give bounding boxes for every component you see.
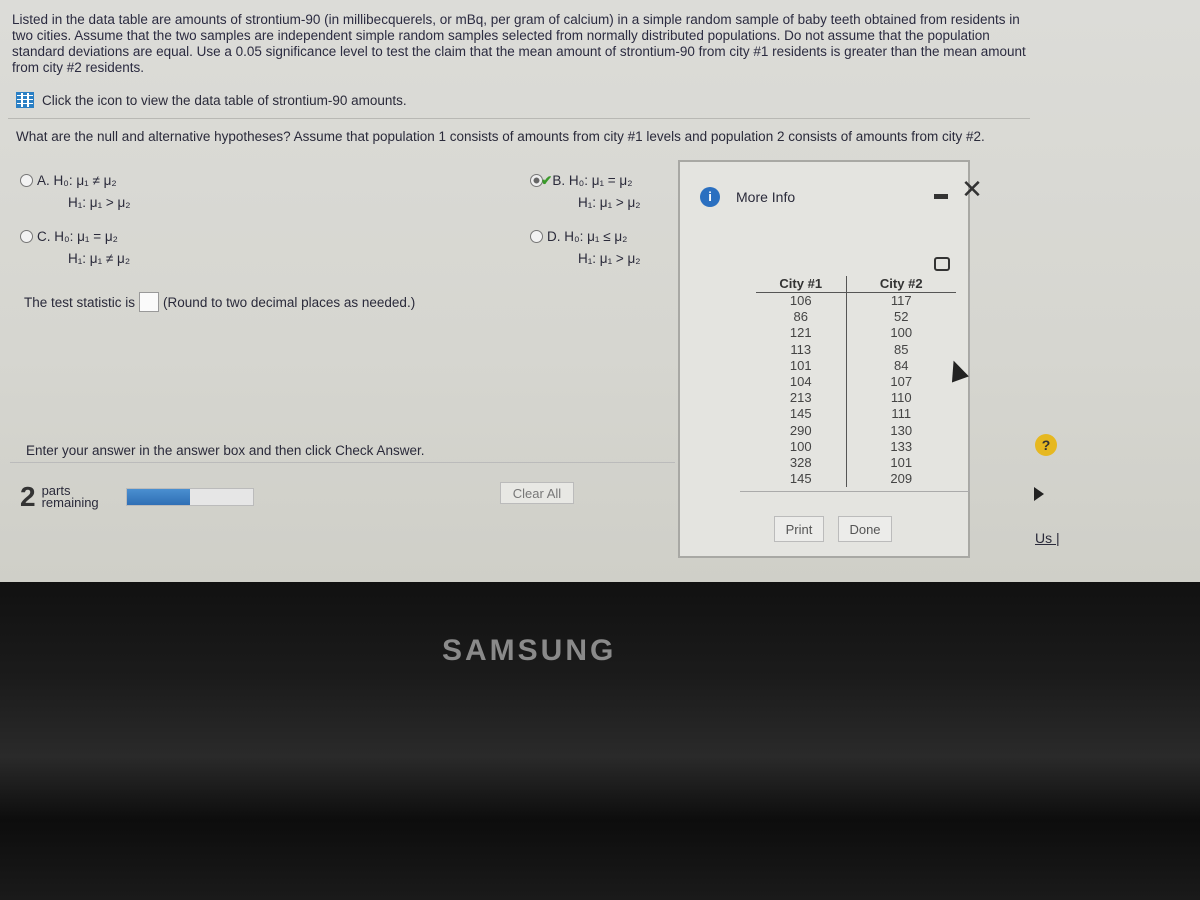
table-row: 113 85 [756, 341, 956, 358]
monitor-bezel: SAMSUNG [0, 582, 1200, 900]
option-h0: H₀: μ₁ = μ₂ [54, 229, 118, 244]
option-a[interactable]: A. H₀: μ₁ ≠ μ₂ H₁: μ₁ > μ₂ [20, 170, 131, 214]
city2-value: 117 [890, 293, 912, 308]
option-letter: A. [37, 173, 50, 188]
option-h1: H₁: μ₁ > μ₂ [68, 195, 131, 210]
option-h1: H₁: μ₁ ≠ μ₂ [68, 251, 131, 266]
test-statistic-row: The test statistic is (Round to two deci… [24, 292, 415, 312]
option-b[interactable]: ✔B. H₀: μ₁ = μ₂ H₁: μ₁ > μ₂ [530, 170, 641, 214]
table-row: 145 209 [756, 471, 956, 488]
table-row: 290 130 [756, 422, 956, 439]
city1-value: 86 [756, 309, 847, 326]
test-statistic-input[interactable] [139, 292, 160, 312]
divider [8, 118, 1030, 119]
radio-a[interactable] [20, 174, 33, 187]
next-arrow-icon[interactable] [1034, 487, 1044, 501]
option-c[interactable]: C. H₀: μ₁ = μ₂ H₁: μ₁ ≠ μ₂ [20, 226, 130, 270]
option-h0: H₀: μ₁ = μ₂ [568, 173, 633, 188]
clear-all-button[interactable]: Clear All [500, 482, 574, 504]
help-icon[interactable]: ? [1035, 434, 1057, 456]
footer-link[interactable]: Us | [1035, 530, 1060, 546]
close-button[interactable]: ✕ [952, 174, 992, 205]
city2-value: 107 [890, 374, 913, 390]
city1-value: 213 [756, 390, 847, 407]
radio-d[interactable] [530, 230, 543, 243]
city2-value: 111 [891, 406, 912, 422]
column-header-city2: City #2 [846, 276, 956, 293]
data-table-icon[interactable] [16, 92, 34, 108]
city1-value: 113 [756, 341, 847, 358]
city1-value: 106 [756, 292, 847, 310]
instruction-text: Enter your answer in the answer box and … [26, 443, 425, 458]
table-row: 106 117 [756, 292, 956, 310]
problem-text: Listed in the data table are amounts of … [12, 12, 1026, 75]
parts-count: 2 [20, 481, 36, 512]
column-header-city1: City #1 [756, 276, 847, 293]
city1-value: 121 [756, 325, 847, 342]
city1-value: 104 [756, 374, 847, 391]
rounding-hint: (Round to two decimal places as needed.) [163, 294, 416, 310]
table-row: 213 110 [756, 390, 956, 407]
city2-value: 101 [890, 455, 913, 471]
dialog-title: More Info [736, 189, 796, 205]
city2-value: 52 [894, 309, 909, 325]
data-table: City #1 City #2 106 117 86 52 121 100 113 85 101… [756, 276, 956, 488]
radio-c[interactable] [20, 230, 33, 243]
city2-value: 85 [894, 341, 909, 357]
table-row: 86 52 [756, 309, 956, 326]
option-h0: H₀: μ₁ ≠ μ₂ [53, 173, 117, 188]
table-row: 121 100 [756, 325, 956, 342]
more-info-dialog: i More Info ✕ City #1 City #2 106 117 86 52… [678, 160, 983, 558]
table-row: 100 133 [756, 438, 956, 456]
info-icon: i [700, 187, 720, 207]
table-row: 145 111 [756, 406, 956, 423]
table-row: 328 101 [756, 455, 956, 472]
data-table-link[interactable]: Click the icon to view the data table of… [16, 92, 407, 108]
option-letter: D. [547, 229, 561, 244]
city2-value: 84 [894, 357, 909, 373]
city1-value: 290 [756, 422, 847, 439]
option-h1: H₁: μ₁ > μ₂ [578, 195, 641, 210]
copy-table-icon[interactable] [934, 257, 950, 271]
option-d[interactable]: D. H₀: μ₁ ≤ μ₂ H₁: μ₁ > μ₂ [530, 226, 641, 270]
checkmark-icon: ✔ [541, 173, 553, 188]
print-button[interactable]: Print [774, 516, 824, 542]
question-text: What are the null and alternative hypoth… [16, 129, 985, 144]
city2-value: 110 [890, 390, 912, 406]
city2-value: 209 [890, 471, 913, 487]
city1-value: 145 [756, 471, 847, 488]
screen: Listed in the data table are amounts of … [0, 0, 1200, 582]
data-table-link-text[interactable]: Click the icon to view the data table of… [42, 93, 407, 108]
city1-value: 100 [756, 438, 847, 456]
city1-value: 328 [756, 455, 847, 472]
city1-value: 145 [756, 406, 847, 423]
progress-fill [127, 489, 190, 505]
parts-remaining: 2 parts remaining [20, 481, 99, 512]
remaining-label: remaining [41, 495, 99, 510]
table-row: 101 84 [756, 357, 956, 375]
option-h1: H₁: μ₁ > μ₂ [578, 251, 641, 266]
dialog-header: i More Info ✕ [680, 162, 983, 234]
option-h0: H₀: μ₁ ≤ μ₂ [564, 229, 628, 244]
minimize-button[interactable] [932, 180, 950, 202]
city2-value: 100 [890, 325, 913, 341]
city2-value: 133 [890, 438, 913, 454]
option-letter: C. [37, 229, 51, 244]
progress-bar [126, 488, 254, 506]
data-table-container: City #1 City #2 106 117 86 52 121 100 113 85 101… [740, 272, 970, 492]
option-letter: B. [552, 173, 566, 188]
city1-value: 101 [756, 357, 847, 375]
test-statistic-label: The test statistic is [24, 294, 136, 310]
city2-value: 130 [890, 422, 913, 438]
brand-logo: SAMSUNG [442, 634, 617, 667]
divider [10, 462, 675, 463]
done-button[interactable]: Done [838, 516, 892, 542]
table-row: 104 107 [756, 374, 956, 391]
